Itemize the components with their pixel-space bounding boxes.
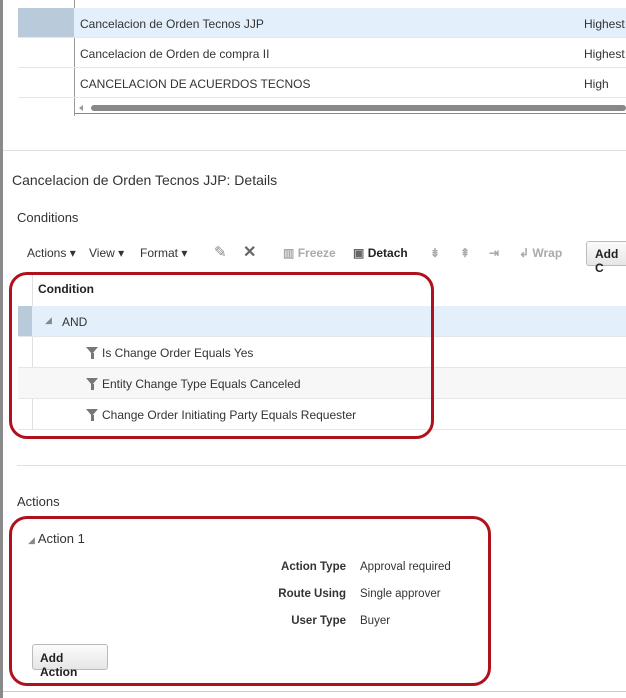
- format-menu[interactable]: Format ▾: [140, 246, 187, 260]
- detach-label: Detach: [367, 246, 408, 260]
- add-condition-label: Add C: [595, 247, 619, 275]
- view-menu[interactable]: View ▾: [89, 246, 124, 260]
- divider: [17, 465, 626, 466]
- freeze-button[interactable]: ▥ Freeze: [283, 246, 336, 260]
- freeze-icon: ▥: [283, 246, 295, 260]
- add-condition-button[interactable]: Add C: [586, 241, 626, 275]
- delete-x-icon[interactable]: ✕: [243, 242, 256, 262]
- move-up-icon[interactable]: ⇞: [460, 246, 470, 260]
- freeze-label: Freeze: [297, 246, 336, 260]
- annotation-highlight-actions: [9, 516, 491, 686]
- detach-button[interactable]: ▣ Detach: [353, 246, 408, 260]
- divider: [3, 150, 626, 151]
- rule-priority: High: [584, 77, 609, 91]
- move-down-icon[interactable]: ⇟: [430, 246, 440, 260]
- table-row[interactable]: Cancelacion de Orden de compra II Highes…: [18, 38, 626, 68]
- view-menu-label: View: [89, 246, 115, 260]
- horizontal-scrollbar[interactable]: [75, 102, 626, 114]
- rule-priority: Highest: [584, 17, 625, 31]
- row-selector[interactable]: [18, 8, 74, 37]
- wrap-label: Wrap: [532, 246, 563, 260]
- edit-pencil-icon[interactable]: ✎: [214, 243, 227, 261]
- actions-heading: Actions: [17, 494, 60, 509]
- conditions-heading: Conditions: [17, 210, 79, 225]
- chevron-down-icon: ▾: [69, 246, 76, 260]
- rule-name: Cancelacion de Orden Tecnos JJP: [80, 17, 264, 31]
- table-row[interactable]: CANCELACION DE ACUERDOS TECNOS High: [18, 68, 626, 98]
- wrap-button[interactable]: ↲ Wrap: [519, 246, 562, 260]
- rule-name: Cancelacion de Orden de compra II: [80, 47, 270, 61]
- actions-menu-label: Actions: [27, 246, 67, 260]
- actions-menu[interactable]: Actions ▾: [27, 246, 76, 260]
- divider: [3, 691, 626, 692]
- rule-priority: Highest: [584, 47, 625, 61]
- wrap-icon: ↲: [519, 246, 530, 260]
- detach-icon: ▣: [353, 246, 365, 260]
- rules-table: Cancelacion de Orden Tecnos JJP Highest …: [0, 0, 626, 118]
- indent-icon[interactable]: ⇥: [489, 246, 499, 260]
- chevron-down-icon: ▾: [118, 246, 125, 260]
- table-row[interactable]: Cancelacion de Orden Tecnos JJP Highest: [18, 8, 626, 38]
- format-menu-label: Format: [140, 246, 179, 260]
- scroll-left-icon[interactable]: [79, 105, 83, 111]
- row-selector[interactable]: [18, 68, 74, 97]
- details-title: Cancelacion de Orden Tecnos JJP: Details: [12, 172, 278, 188]
- row-selector[interactable]: [18, 38, 74, 67]
- scrollbar-thumb[interactable]: [91, 105, 626, 111]
- chevron-down-icon: ▾: [181, 246, 188, 260]
- rule-name: CANCELACION DE ACUERDOS TECNOS: [80, 77, 311, 91]
- annotation-highlight-conditions: [9, 272, 434, 439]
